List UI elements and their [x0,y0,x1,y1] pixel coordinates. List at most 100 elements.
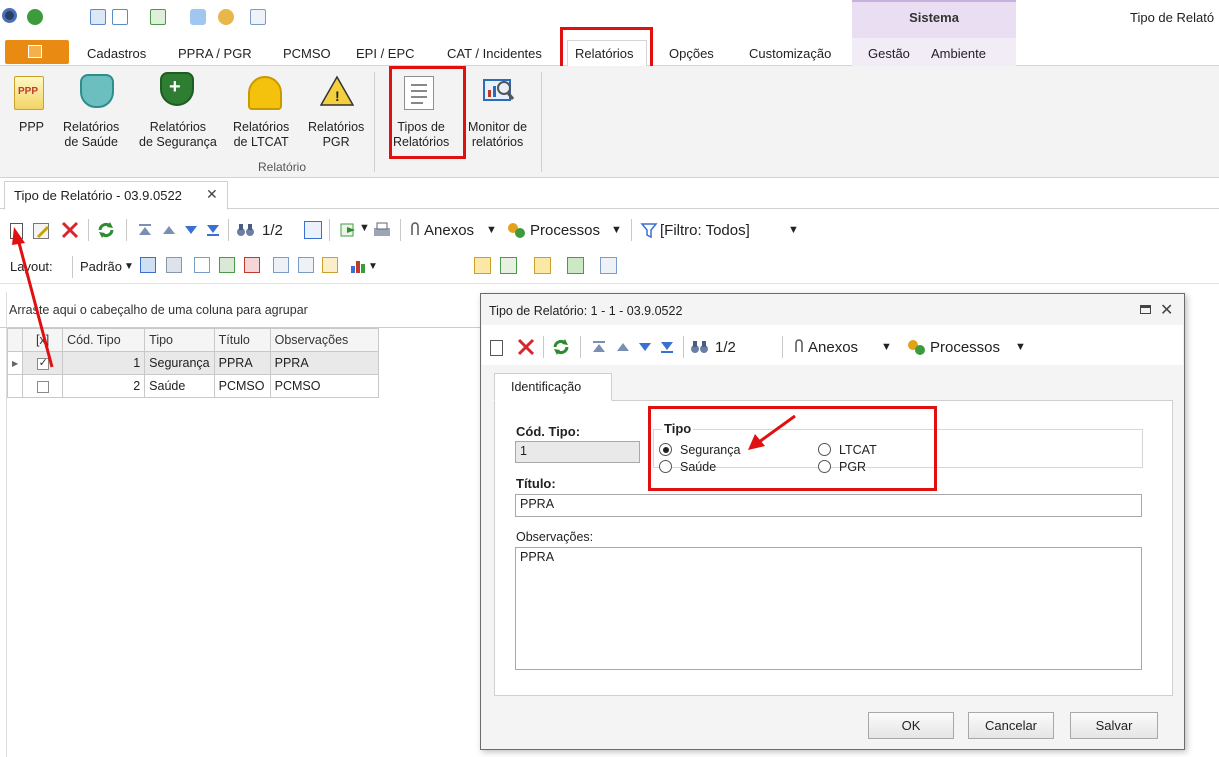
padrao-chevron[interactable]: ▼ [124,261,134,272]
tab-cat-incidentes[interactable]: CAT / Incidentes [447,46,542,61]
dialog-new-icon[interactable] [490,340,503,356]
toolbar-separator [782,336,783,358]
ppp-button[interactable]: PPP [19,120,44,135]
relatorios-pgr-button[interactable]: Relatórios PGR [308,120,364,150]
column-header-cod-tipo[interactable]: Cód. Tipo [62,328,146,352]
maximize-icon[interactable] [1140,305,1151,314]
column-header-observacoes[interactable]: Observações [269,328,379,352]
dialog-close-icon[interactable]: ✕ [1160,300,1173,320]
window-icon[interactable] [90,9,106,25]
export-icon[interactable] [150,9,166,25]
table-row[interactable]: ▶ 1 Segurança PPRA PPRA [6,351,379,375]
grid-layout-icon[interactable] [194,257,210,273]
view-detail-icon[interactable] [534,257,551,274]
layout-icon[interactable] [166,257,182,273]
toolbar-separator [228,219,229,241]
cell-observacoes: PPRA [269,351,379,375]
cancelar-button[interactable]: Cancelar [968,712,1054,739]
binoculars-icon[interactable] [236,221,254,239]
print-icon[interactable] [372,221,390,239]
view-card-icon[interactable] [567,257,584,274]
tab-identificacao-label: Identificação [511,380,582,394]
table-row[interactable]: 2 Saúde PCMSO PCMSO [6,374,379,398]
next-record-icon[interactable] [182,221,200,239]
cell-cod-tipo: 1 [62,351,146,375]
row-checkbox-cell[interactable] [22,374,64,398]
dialog-delete-icon[interactable] [516,337,535,356]
sum-icon[interactable] [298,257,314,273]
processos-chevron[interactable]: ▼ [611,224,622,236]
relatorios-ltcat-button[interactable]: Relatórios de LTCAT [233,120,289,150]
refresh-icon[interactable] [96,220,114,238]
close-icon[interactable]: ✕ [206,186,218,203]
ok-button[interactable]: OK [868,712,954,739]
tools-icon[interactable] [190,9,206,25]
tab-pcmso[interactable]: PCMSO [283,46,331,61]
row-checkbox[interactable] [36,380,49,393]
view-text-icon[interactable] [600,257,617,274]
view-list-icon[interactable] [500,257,517,274]
chart-icon[interactable] [350,257,368,275]
cod-tipo-field: 1 [515,441,640,463]
previous-record-icon[interactable] [160,221,178,239]
app-logo-icon[interactable] [2,8,17,23]
dialog-anexos-chevron[interactable]: ▼ [881,341,892,353]
save-layout-icon[interactable] [140,257,156,273]
relatorios-seguranca-button[interactable]: Relatórios de Segurança [139,120,217,150]
anexos-chevron[interactable]: ▼ [486,224,497,236]
dialog-anexos-button[interactable]: Anexos [808,339,858,356]
dialog-processos-chevron[interactable]: ▼ [1015,341,1026,353]
ribbon-separator-2 [541,72,542,172]
window-title: Tipo de Relató [1130,10,1215,25]
dialog-processos-button[interactable]: Processos [930,339,1000,356]
first-record-icon[interactable] [136,221,154,239]
reset-layout-icon[interactable] [244,257,260,273]
cell-observacoes: PCMSO [269,374,379,398]
tab-customizacao[interactable]: Customização [749,46,831,61]
format-icon[interactable] [322,257,338,273]
import-layout-icon[interactable] [219,257,235,273]
ribbon-group-label: Relatório [258,160,307,174]
monitor-relatorios-button[interactable]: Monitor de relatórios [468,120,527,150]
tab-ppra-pgr[interactable]: PPRA / PGR [178,46,252,61]
column-header-tipo[interactable]: Tipo [144,328,215,352]
web-icon[interactable] [218,9,234,25]
view-form-icon[interactable] [474,257,491,274]
dialog-binoculars-icon[interactable] [690,338,708,356]
last-record-icon[interactable] [204,221,222,239]
delete-icon[interactable] [60,220,79,239]
globe-icon[interactable] [27,9,43,25]
dialog-last-icon[interactable] [658,338,676,356]
chart-chevron[interactable]: ▼ [368,261,378,272]
copy-icon[interactable] [250,9,266,25]
columns-icon[interactable] [273,257,289,273]
file-menu-icon [28,45,42,58]
warning-worker-icon: ! [319,74,355,108]
export-dropdown-chevron[interactable]: ▼ [359,222,370,234]
dialog-refresh-icon[interactable] [551,337,569,355]
observacoes-textarea[interactable]: PPRA [515,547,1142,670]
safety-shield-icon: + [160,72,194,106]
calendar-grid-icon[interactable] [304,221,322,239]
anexos-button[interactable]: Anexos [424,222,474,239]
dialog-previous-icon[interactable] [614,338,632,356]
row-indicator [6,374,24,398]
salvar-button[interactable]: Salvar [1070,712,1158,739]
processos-button[interactable]: Processos [530,222,600,239]
filter-button[interactable]: [Filtro: Todos] [660,222,750,239]
tab-epi-epc[interactable]: EPI / EPC [356,46,415,61]
tab-ambiente[interactable]: Ambiente [931,46,986,61]
export-arrow-icon[interactable] [339,221,357,239]
tab-gestao[interactable]: Gestão [868,46,910,61]
tab-opcoes[interactable]: Opções [669,46,714,61]
relatorios-saude-button[interactable]: Relatórios de Saúde [63,120,119,150]
titulo-field[interactable]: PPRA [515,494,1142,517]
dialog-next-icon[interactable] [636,338,654,356]
layout-icon[interactable] [112,9,128,25]
dialog-first-icon[interactable] [590,338,608,356]
filter-icon [640,221,658,239]
layout-padrao-dropdown[interactable]: Padrão [80,259,122,274]
filter-chevron[interactable]: ▼ [788,224,799,236]
column-header-titulo[interactable]: Título [213,328,271,352]
tab-cadastros[interactable]: Cadastros [87,46,146,61]
